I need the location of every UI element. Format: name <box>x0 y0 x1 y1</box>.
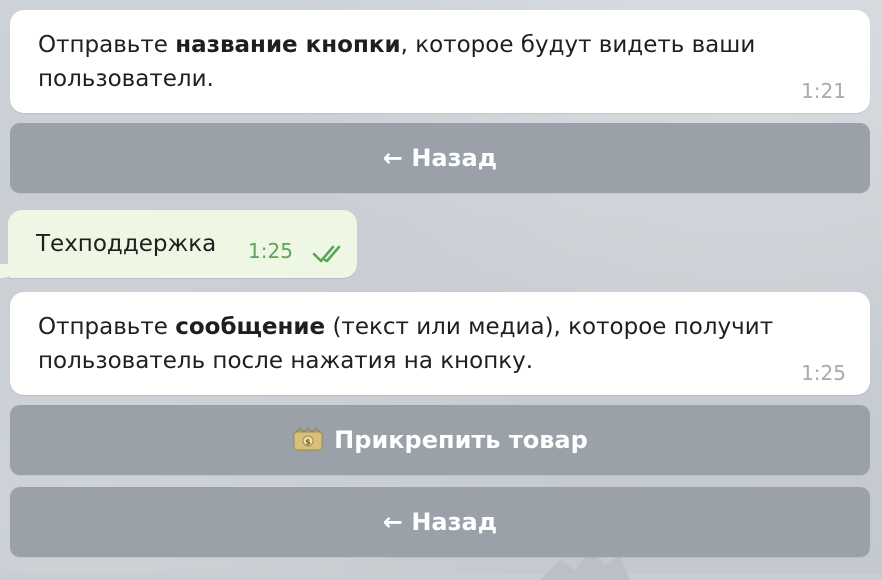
message-text: Отправьте сообщение (текст или медиа), к… <box>38 310 846 378</box>
message-time: 1:25 <box>801 361 846 385</box>
incoming-message: Отправьте название кнопки, которое будут… <box>10 10 870 113</box>
incoming-message: Отправьте сообщение (текст или медиа), к… <box>10 292 870 395</box>
message-text-part: Отправьте <box>38 32 176 58</box>
message-text: Отправьте название кнопки, которое будут… <box>38 28 846 96</box>
message-text-part: Отправьте <box>38 314 176 340</box>
message-text: Техподдержка <box>36 231 217 257</box>
back-button-label: ← Назад <box>382 508 498 536</box>
svg-text:$: $ <box>305 438 311 447</box>
message-text-bold: название кнопки <box>175 32 401 58</box>
outgoing-message: Техподдержка 1:25 <box>0 210 357 278</box>
back-button[interactable]: ← Назад <box>10 487 870 557</box>
attach-product-label: Прикрепить товар <box>334 426 588 454</box>
message-time: 1:25 <box>248 239 293 263</box>
double-check-icon <box>312 245 341 263</box>
message-time: 1:21 <box>801 79 846 103</box>
money-bag-icon: $ <box>293 427 323 451</box>
message-text-bold: сообщение <box>175 314 326 340</box>
back-button[interactable]: ← Назад <box>10 123 870 193</box>
attach-product-button[interactable]: $ Прикрепить товар <box>10 405 870 475</box>
back-button-label: ← Назад <box>382 144 498 172</box>
